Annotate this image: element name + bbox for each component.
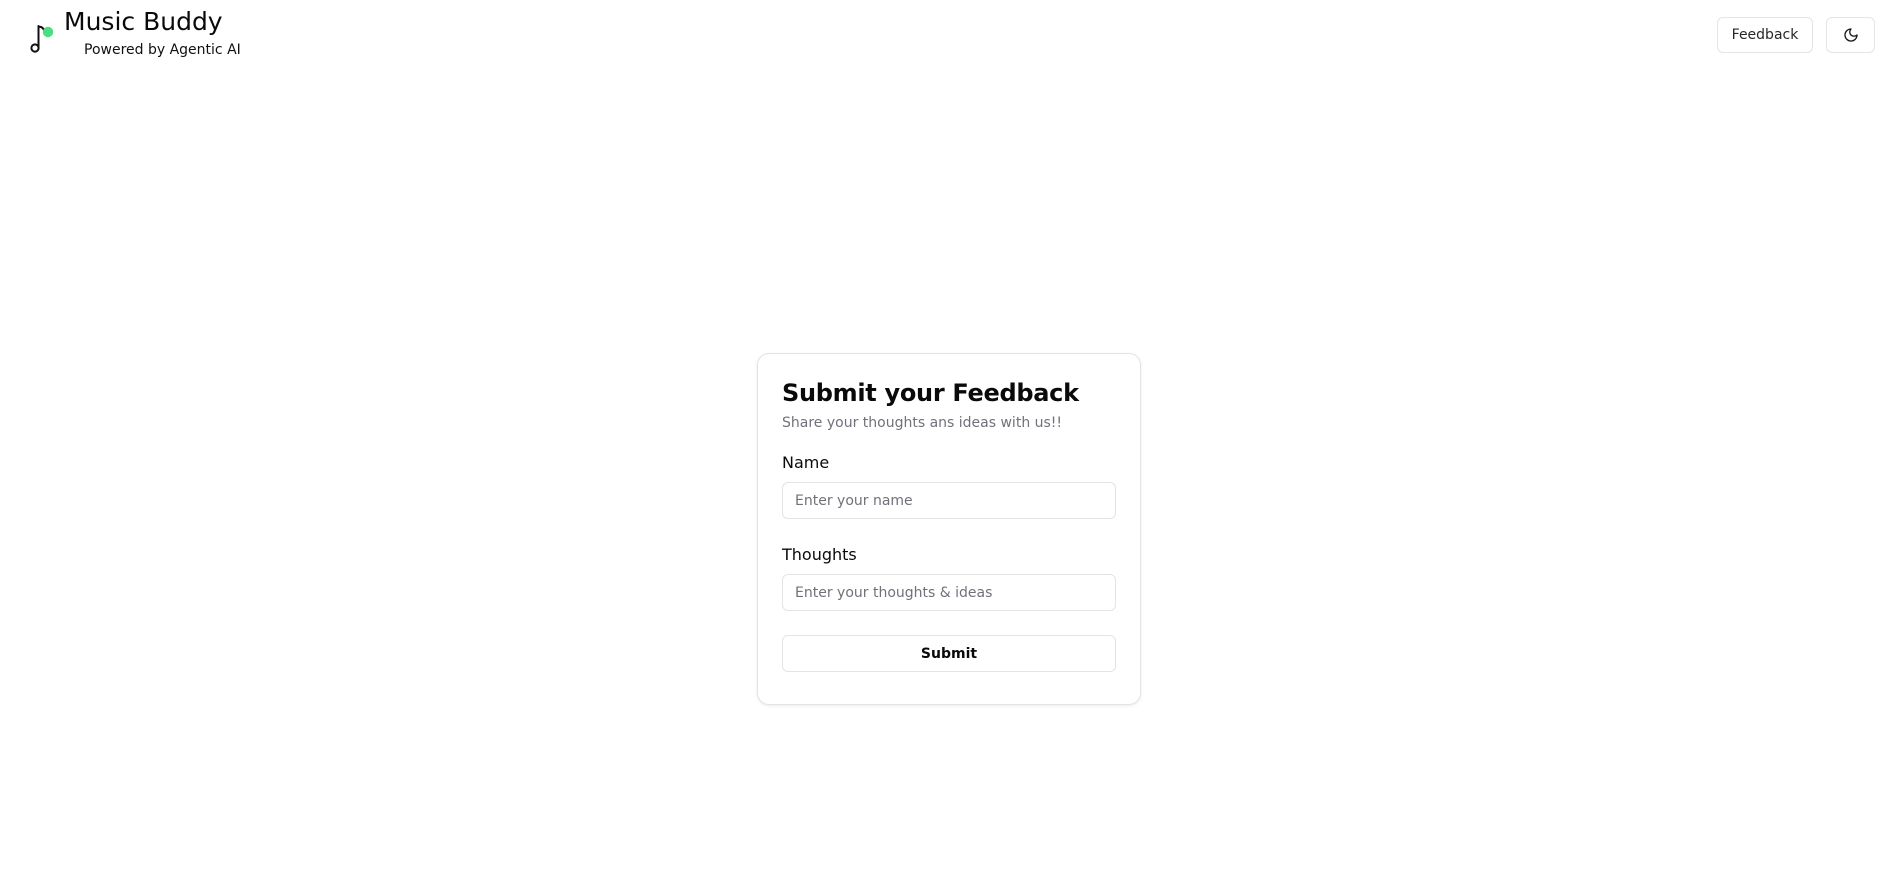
card-title: Submit your Feedback	[782, 379, 1079, 407]
name-label: Name	[782, 453, 830, 472]
brand-text: Music Buddy Powered by Agentic AI	[64, 8, 241, 59]
top-header: Music Buddy Powered by Agentic AI Feedba…	[0, 0, 1889, 70]
submit-button[interactable]: Submit	[782, 635, 1116, 672]
theme-toggle-button[interactable]	[1826, 17, 1875, 53]
thoughts-label: Thoughts	[782, 545, 857, 564]
music-note-icon	[30, 25, 54, 53]
app-subtitle: Powered by Agentic AI	[84, 42, 241, 58]
card-description: Share your thoughts ans ideas with us!!	[782, 415, 1063, 431]
feedback-button[interactable]: Feedback	[1717, 17, 1813, 53]
name-input[interactable]	[782, 482, 1116, 519]
brand: Music Buddy Powered by Agentic AI	[28, 8, 241, 59]
moon-icon	[1843, 28, 1858, 42]
app-title: Music Buddy	[64, 7, 223, 36]
feedback-card: Submit your Feedback Share your thoughts…	[757, 353, 1141, 705]
thoughts-input[interactable]	[782, 574, 1116, 611]
header-actions: Feedback	[1717, 17, 1875, 53]
